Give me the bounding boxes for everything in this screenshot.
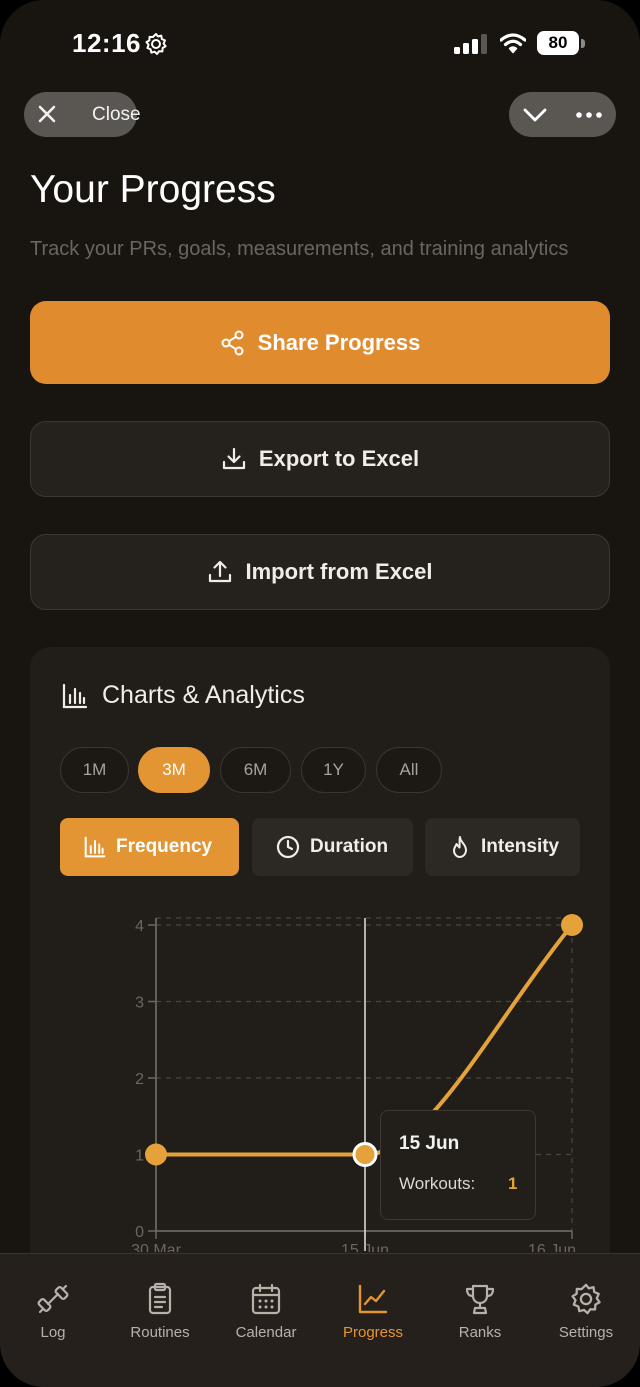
close-icon [38,105,56,123]
tab-ranks-label: Ranks [458,1324,502,1341]
export-excel-button[interactable]: Export to Excel [30,421,610,497]
range-6m[interactable]: 6M [220,747,291,793]
tab-routines-label: Routines [130,1324,190,1341]
clock-icon [276,835,300,859]
battery-level: 80 [548,33,568,52]
tooltip-date: 15 Jun [399,1133,460,1154]
chart-line-icon [358,1284,388,1314]
metric-frequency-label: Frequency [116,836,213,857]
tab-log[interactable]: Log [0,1282,106,1341]
tab-ranks[interactable]: Ranks [427,1282,533,1341]
bar-chart-icon [62,683,88,708]
range-1m[interactable]: 1M [60,747,129,793]
tab-log-label: Log [40,1324,66,1341]
battery-indicator: 80 [537,31,585,55]
download-icon [222,447,246,470]
export-excel-label: Export to Excel [258,446,420,471]
share-icon [221,330,244,355]
wifi-icon [500,33,526,54]
metric-duration-button[interactable]: Duration [252,818,413,876]
upload-icon [209,560,232,583]
tab-routines[interactable]: Routines [107,1282,213,1341]
range-all[interactable]: All [376,747,442,793]
tab-settings[interactable]: Settings [533,1282,639,1341]
share-progress-button[interactable]: Share Progress [30,301,610,384]
tab-progress[interactable]: Progress [320,1282,426,1341]
gear-icon [571,1283,601,1315]
metric-frequency-button[interactable]: Frequency [60,818,239,876]
analytics-card: Charts & Analytics 1M 3M 6M 1Y All Frequ… [30,647,610,1347]
analytics-title: Charts & Analytics [102,681,305,709]
gear-icon [145,33,167,55]
chevron-down-icon[interactable] [523,103,547,127]
chart-tooltip: 15 Jun Workouts: 1 [380,1110,536,1220]
import-excel-label: Import from Excel [245,559,433,584]
clipboard-icon [148,1282,172,1315]
page-title: Your Progress [30,168,276,211]
analytics-header: Charts & Analytics [62,681,305,710]
cellular-signal-icon [454,34,487,54]
calendar-icon [251,1283,281,1315]
tooltip-label: Workouts: [399,1174,476,1193]
dumbbell-icon [37,1284,69,1314]
page-subtitle: Track your PRs, goals, measurements, and… [30,238,569,260]
tab-progress-label: Progress [342,1324,404,1341]
import-excel-button[interactable]: Import from Excel [30,534,610,610]
status-time: 12:16 [72,28,141,58]
tab-settings-label: Settings [558,1324,614,1341]
metric-intensity-button[interactable]: Intensity [425,818,580,876]
tab-calendar-label: Calendar [235,1324,297,1341]
status-bar: 12:16 80 [0,22,640,66]
tooltip-value: 1 [508,1174,518,1193]
metric-intensity-label: Intensity [481,836,560,857]
range-3m[interactable]: 3M [138,747,210,793]
trophy-icon [465,1284,495,1315]
battery-cap [581,39,585,48]
tab-bar: Log Routines Calendar Progress Ranks Set… [0,1253,640,1387]
share-progress-label: Share Progress [257,329,421,355]
bar-chart-icon [84,836,106,858]
metric-duration-label: Duration [310,836,389,857]
app-screen: 12:16 80 Close Your Progress Track your … [0,0,640,1387]
flame-icon [453,836,467,858]
tab-calendar[interactable]: Calendar [213,1282,319,1341]
close-button[interactable]: Close [24,92,141,137]
close-label: Close [92,104,141,125]
more-options-icon[interactable] [576,103,602,127]
nav-menu-pill [509,92,616,137]
range-1y[interactable]: 1Y [301,747,366,793]
